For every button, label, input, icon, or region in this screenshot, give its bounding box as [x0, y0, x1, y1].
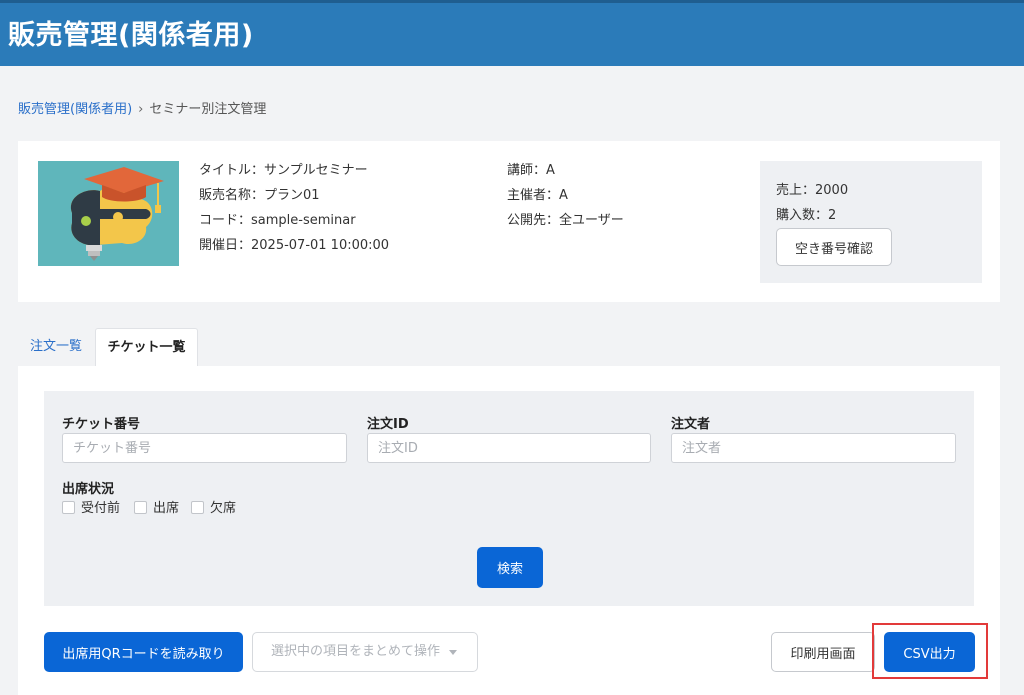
ticket-number-label: チケット番号: [62, 417, 141, 432]
checkbox-icon[interactable]: [191, 501, 204, 514]
seminar-details: タイトル：サンプルセミナー 販売名称：プラン01 コード：sample-semi…: [199, 158, 389, 258]
graduation-brain-illustration: [38, 161, 179, 266]
lecturer: 講師：A: [507, 163, 555, 178]
attendance-status-label: 出席状況: [62, 482, 115, 497]
search-filter-box: チケット番号 注文ID 注文者 出席状況 受付前 出席 欠席 検索: [44, 391, 974, 606]
checkbox-label: 出席: [153, 501, 180, 516]
bulk-action-placeholder: 選択中の項目をまとめて操作: [271, 644, 441, 659]
print-view-button[interactable]: 印刷用画面: [771, 632, 875, 672]
search-button[interactable]: 検索: [477, 547, 543, 588]
sales-name: 販売名称：プラン01: [199, 188, 320, 203]
checkbox-attended[interactable]: 出席: [134, 501, 179, 517]
seminar-info-card: タイトル：サンプルセミナー 販売名称：プラン01 コード：sample-semi…: [18, 141, 1000, 302]
sales-total: 売上：2000: [776, 183, 849, 198]
bulk-action-select[interactable]: 選択中の項目をまとめて操作: [252, 632, 478, 672]
app-title: 販売管理(関係者用): [8, 20, 254, 51]
seminar-people: 講師：A 主催者：A 公開先：全ユーザー: [507, 158, 624, 233]
sales-stats-box: 売上：2000 購入数：2 空き番号確認: [760, 161, 982, 283]
ticket-list-panel: チケット番号 注文ID 注文者 出席状況 受付前 出席 欠席 検索 出席用QRコ…: [18, 366, 1000, 695]
visibility: 公開先：全ユーザー: [507, 213, 624, 228]
breadcrumb-current: セミナー別注文管理: [149, 102, 267, 117]
checkbox-absent[interactable]: 欠席: [191, 501, 236, 517]
tab-order-list[interactable]: 注文一覧: [18, 328, 94, 366]
tab-ticket-list[interactable]: チケット一覧: [95, 328, 198, 366]
order-id-label: 注文ID: [367, 417, 409, 432]
chevron-right-icon: ›: [138, 102, 144, 117]
organizer: 主催者：A: [507, 188, 568, 203]
checkbox-label: 欠席: [210, 501, 237, 516]
csv-export-button[interactable]: CSV出力: [884, 632, 975, 672]
read-qr-code-button[interactable]: 出席用QRコードを読み取り: [44, 632, 243, 672]
checkbox-before-reception[interactable]: 受付前: [62, 501, 120, 517]
seminar-thumbnail: [38, 161, 179, 266]
breadcrumb: 販売管理(関係者用) › セミナー別注文管理: [18, 98, 266, 117]
event-date: 開催日：2025-07-01 10:00:00: [199, 238, 390, 253]
app-header: 販売管理(関係者用): [0, 0, 1024, 66]
purchase-count: 購入数：2: [776, 208, 837, 223]
seminar-code: コード：sample-seminar: [199, 213, 356, 228]
check-vacancy-button[interactable]: 空き番号確認: [776, 228, 892, 266]
checkbox-icon[interactable]: [62, 501, 75, 514]
orderer-label: 注文者: [671, 417, 711, 432]
breadcrumb-link-sales-admin[interactable]: 販売管理(関係者用): [18, 102, 132, 117]
checkbox-label: 受付前: [81, 501, 121, 516]
order-id-input[interactable]: [367, 433, 651, 463]
ticket-number-input[interactable]: [62, 433, 347, 463]
orderer-input[interactable]: [671, 433, 956, 463]
caret-down-icon: [449, 650, 457, 655]
seminar-title: タイトル：サンプルセミナー: [199, 163, 368, 178]
checkbox-icon[interactable]: [134, 501, 147, 514]
